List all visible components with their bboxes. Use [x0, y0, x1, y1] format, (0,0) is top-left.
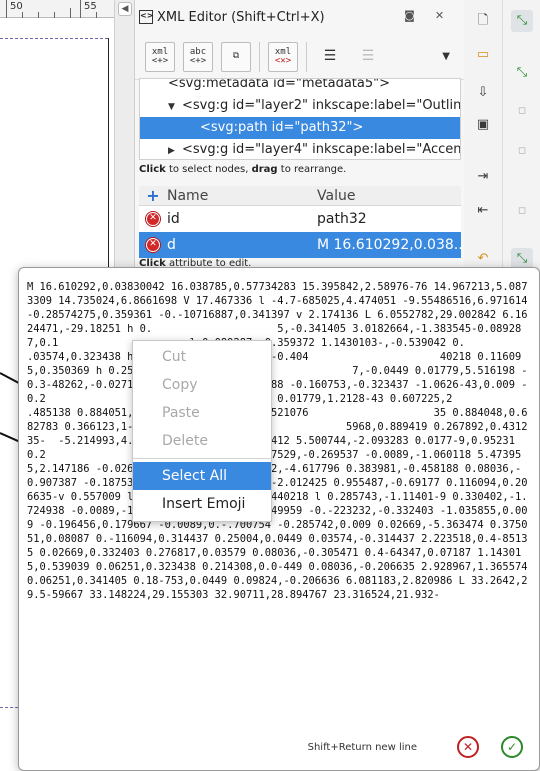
cancel-edit-icon[interactable]: ✕ — [457, 736, 479, 758]
close-panel-icon[interactable]: ✕ — [433, 9, 446, 22]
snap-bbox-icon[interactable]: ▫ — [511, 100, 533, 122]
duplicate-node-button[interactable]: ⧉ — [221, 41, 251, 72]
tree-node-path32[interactable]: <svg:path id="path32"> — [140, 117, 460, 139]
new-element-node-button[interactable]: xml <+> — [145, 41, 175, 72]
menu-item-select-all[interactable]: Select All — [133, 462, 271, 490]
ruler-tick — [6, 0, 7, 18]
unindent-icon: ☰ — [323, 48, 337, 64]
unindent-node-button[interactable]: ☰ — [315, 42, 345, 72]
xml-editor-icon: <> — [139, 10, 153, 24]
menu-item-copy[interactable]: Copy — [133, 371, 271, 399]
ruler-tick — [38, 12, 39, 18]
ruler-label-55: 55 — [84, 1, 97, 12]
ruler-tick — [96, 12, 97, 18]
undock-icon[interactable]: ◙ — [403, 9, 416, 22]
menu-item-insert-emoji[interactable]: Insert Emoji — [133, 490, 271, 518]
delete-node-button[interactable]: xml <✕> — [268, 41, 298, 72]
horizontal-ruler: 50 55 — [0, 0, 114, 18]
panel-header: <> XML Editor (Shift+Ctrl+X) ◙ ✕ — [135, 0, 464, 34]
chevron-right-icon[interactable]: ▶ — [168, 140, 182, 159]
panel-title: XML Editor (Shift+Ctrl+X) — [157, 9, 325, 25]
menu-item-paste[interactable]: Paste — [133, 399, 271, 427]
new-line-hint: Shift+Return new line — [307, 741, 417, 753]
indent-node-button[interactable]: ☰ — [353, 42, 383, 72]
export-file-icon[interactable]: ⇤ — [472, 200, 494, 222]
new-text-node-button[interactable]: abc <+> — [183, 41, 213, 72]
editor-footer: Shift+Return new line ✕ ✓ — [19, 724, 539, 770]
ruler-tick — [70, 8, 71, 18]
text-context-menu: Cut Copy Paste Delete Select All Insert … — [132, 340, 272, 522]
duplicate-node-icon: ⧉ — [232, 51, 240, 61]
indent-icon: ☰ — [361, 48, 375, 64]
name-column-header: Name — [167, 188, 209, 204]
attribute-row-id[interactable]: ✕ id path32 — [139, 206, 461, 232]
chevron-down-icon[interactable]: ▼ — [168, 96, 182, 118]
ruler-label-50: 50 — [10, 1, 23, 12]
attribute-name: d — [167, 237, 176, 253]
page-border-top — [0, 38, 108, 39]
tree-hint: Click to select nodes, drag to rearrange… — [139, 164, 347, 175]
confirm-edit-icon[interactable]: ✓ — [501, 736, 523, 758]
add-attribute-plus-icon[interactable]: + — [139, 186, 167, 205]
snap-toggle-icon[interactable]: ⤡ — [511, 10, 533, 32]
value-column-header: Value — [317, 188, 356, 204]
menu-item-delete[interactable]: Delete — [133, 427, 271, 455]
snap-midpoints-icon[interactable]: ▫ — [511, 140, 533, 162]
ruler-tick — [22, 12, 23, 18]
attribute-value: M 16.610292,0.038... — [317, 237, 461, 253]
open-folder-icon[interactable]: ▭ — [472, 44, 494, 66]
delete-attribute-icon[interactable]: ✕ — [146, 238, 160, 252]
attribute-value: path32 — [317, 211, 367, 227]
menu-item-cut[interactable]: Cut — [133, 343, 271, 371]
attributes-header: + Name Value — [139, 186, 461, 206]
import-icon[interactable]: ⇩ — [472, 82, 494, 104]
delete-attribute-icon[interactable]: ✕ — [146, 212, 160, 226]
attribute-value-editor: M 16.610292,0.03830042 16.038785,0.57734… — [18, 267, 540, 771]
tree-node-layer2[interactable]: ▼ <svg:g id="layer2" inkscape:label="Outl… — [140, 95, 460, 117]
xml-node-tree[interactable]: <svg:metadata id="metadata5"> ▼ <svg:g id… — [139, 78, 461, 160]
attributes-table: + Name Value ✕ id path32 ✕ d M 16.610292… — [139, 186, 461, 258]
new-document-icon[interactable]: 🗋 — [472, 10, 494, 32]
attribute-value-textarea[interactable]: M 16.610292,0.03830042 16.038785,0.57734… — [27, 280, 533, 716]
toolbar-separator — [306, 41, 307, 72]
save-icon[interactable]: ▣ — [472, 114, 494, 136]
ruler-tick — [54, 12, 55, 18]
toolbar-separator — [259, 41, 260, 72]
ruler-tick — [80, 0, 81, 18]
attribute-name: id — [167, 211, 180, 227]
toolbar-overflow-chevron-down-icon[interactable]: ▼ — [442, 51, 450, 62]
snap-others-icon[interactable]: ▫ — [511, 200, 533, 222]
tree-node-layer4[interactable]: ▶ <svg:g id="layer4" inkscape:label="Acce… — [140, 139, 460, 159]
scroll-up-arrow-icon[interactable]: ◀ — [118, 2, 132, 16]
xml-toolbar: xml <+> abc <+> ⧉ xml <✕> ☰ ☰ ▼ — [135, 34, 464, 80]
attribute-row-d[interactable]: ✕ d M 16.610292,0.038... — [139, 232, 461, 258]
snap-nodes-icon[interactable]: ⤡ — [511, 62, 533, 84]
tree-node-metadata[interactable]: <svg:metadata id="metadata5"> — [140, 79, 460, 95]
import-file-icon[interactable]: ⇥ — [472, 166, 494, 188]
menu-separator — [133, 458, 271, 459]
